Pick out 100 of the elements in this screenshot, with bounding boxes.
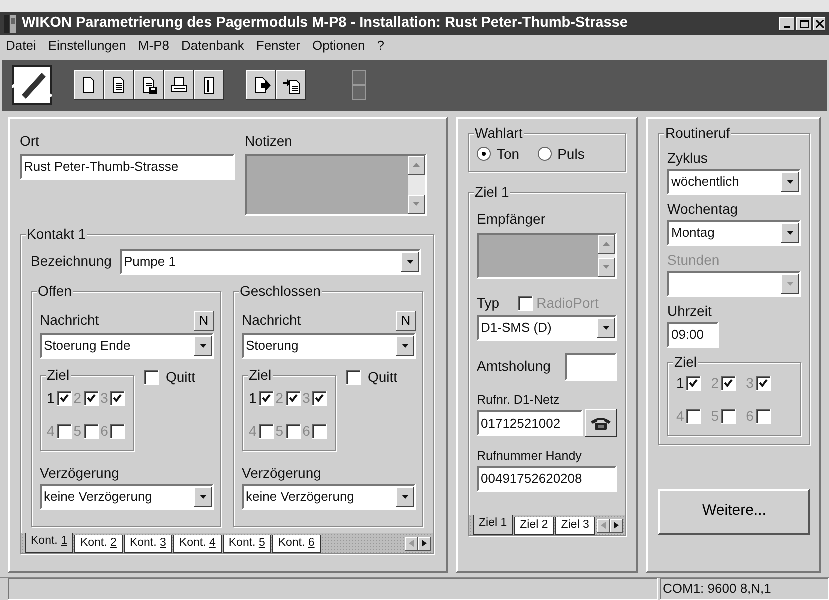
menu-item[interactable]: M-P8 <box>138 36 170 56</box>
recipient-field[interactable] <box>477 232 618 279</box>
dropdown-arrow-button[interactable] <box>781 222 800 243</box>
dropdown[interactable]: Montag <box>667 220 802 246</box>
tab[interactable]: Kont. 3 <box>124 534 172 553</box>
menu-item[interactable]: ? <box>377 36 384 56</box>
checkbox-label: 6 <box>100 422 108 441</box>
n-button[interactable]: N <box>396 310 416 331</box>
tab[interactable]: Kont. 5 <box>222 534 272 553</box>
checkbox-label: 5 <box>74 422 82 441</box>
telephone-icon <box>590 416 612 430</box>
scroll-down-button[interactable] <box>408 194 425 214</box>
text-field[interactable] <box>565 352 618 381</box>
tab[interactable]: Kont. 1 <box>25 532 74 553</box>
scroll-left-button[interactable] <box>405 536 418 551</box>
checkbox[interactable] <box>346 370 361 385</box>
minimize-button[interactable] <box>779 16 795 31</box>
scroll-left-button[interactable] <box>597 518 610 533</box>
dropdown-arrow-button[interactable] <box>597 318 616 338</box>
checkbox[interactable] <box>686 376 702 391</box>
menu-item[interactable]: Optionen <box>312 36 366 56</box>
checkbox[interactable] <box>258 390 274 406</box>
printer-button[interactable] <box>164 70 194 100</box>
tab[interactable]: Kont. 6 <box>272 534 321 553</box>
app-icon <box>4 14 16 33</box>
group-title: Ziel <box>248 366 273 383</box>
check-icon <box>724 379 734 388</box>
check-icon <box>315 394 324 402</box>
radio-label: Puls <box>558 144 585 164</box>
scroll-right-button[interactable] <box>418 536 432 551</box>
arrow-down-icon <box>603 265 610 270</box>
checkbox-label: 3 <box>746 374 754 393</box>
scroll-right-button[interactable] <box>610 518 624 533</box>
dropdown-arrow-button[interactable] <box>194 336 212 356</box>
scroll-up-button[interactable] <box>408 156 425 175</box>
minimize-icon <box>784 26 790 28</box>
scroll-down-button[interactable] <box>598 258 616 277</box>
dropdown[interactable]: Stoerung <box>242 332 416 359</box>
n-button[interactable]: N <box>194 310 214 331</box>
dropdown[interactable]: wöchentlich <box>667 168 802 195</box>
menu-item[interactable]: Einstellungen <box>48 36 126 56</box>
checkbox[interactable] <box>56 390 72 406</box>
new-document-button[interactable] <box>74 70 104 100</box>
radio-button[interactable] <box>477 147 492 162</box>
document-button[interactable] <box>104 70 134 100</box>
field-label: Uhrzeit <box>667 302 713 321</box>
field-label: Verzögerung <box>242 464 322 483</box>
tab[interactable]: Kont. 2 <box>74 534 123 553</box>
dropdown-arrow-button[interactable] <box>401 252 420 272</box>
printer-icon <box>170 76 188 95</box>
dropdown[interactable]: Stoerung Ende <box>40 332 214 359</box>
menu-item[interactable]: Datenbank <box>181 36 244 56</box>
caret-icon <box>786 230 794 235</box>
check-icon <box>689 379 698 388</box>
menu-item[interactable]: Datei <box>6 36 36 56</box>
save-document-button[interactable] <box>134 70 164 100</box>
dropdown-arrow-button[interactable] <box>194 486 212 507</box>
maximize-icon <box>800 20 808 28</box>
tab[interactable]: Ziel 1 <box>473 514 514 535</box>
text-field[interactable]: 09:00 <box>667 322 720 348</box>
radio-button[interactable] <box>538 147 552 162</box>
field-label: Verzögerung <box>40 464 120 483</box>
check-icon <box>60 394 69 402</box>
menu-item[interactable]: Fenster <box>256 36 300 56</box>
text-field[interactable]: 01712521002 <box>477 410 584 436</box>
field-label: Notizen <box>245 132 294 151</box>
radio-label: Ton <box>497 144 520 164</box>
text-field[interactable]: Rust Peter-Thumb-Strasse <box>20 154 235 180</box>
dropdown[interactable]: Pumpe 1 <box>120 248 422 275</box>
field-label: Empfänger <box>477 210 546 229</box>
dropdown-arrow-button[interactable] <box>396 486 414 507</box>
notes-field[interactable] <box>245 154 427 216</box>
dropdown[interactable]: D1-SMS (D) <box>477 314 618 341</box>
maximize-button[interactable] <box>796 16 812 31</box>
tab[interactable]: Ziel 3 <box>555 516 596 535</box>
checkbox[interactable] <box>144 370 159 385</box>
group-title: Geschlossen <box>239 282 322 299</box>
caret-icon <box>402 494 408 499</box>
scroll-up-button[interactable] <box>598 234 616 254</box>
tab[interactable]: Ziel 2 <box>514 516 554 535</box>
check-icon <box>288 394 298 402</box>
dropdown[interactable]: keine Verzögerung <box>242 484 416 510</box>
import-button[interactable] <box>276 70 306 100</box>
door-button[interactable] <box>194 70 224 100</box>
export-button[interactable] <box>246 70 276 100</box>
caret-icon <box>602 326 610 330</box>
text-field[interactable]: 00491752620208 <box>477 466 618 492</box>
group-title: Offen <box>37 282 73 299</box>
field-label: Zyklus <box>667 148 709 168</box>
more-button[interactable]: Weitere... <box>658 488 810 535</box>
checkbox-label: 4 <box>676 406 684 426</box>
checkbox-label: 3 <box>100 388 108 408</box>
close-button[interactable] <box>813 16 825 31</box>
field-label: Amtsholung <box>477 357 551 376</box>
tab[interactable]: Kont. 4 <box>173 534 222 553</box>
dropdown-arrow-button[interactable] <box>396 336 414 356</box>
dial-button[interactable] <box>585 409 618 438</box>
dropdown-arrow-button[interactable] <box>781 172 800 192</box>
dropdown[interactable]: keine Verzögerung <box>40 484 214 510</box>
checkbox-label: 6 <box>746 406 754 426</box>
